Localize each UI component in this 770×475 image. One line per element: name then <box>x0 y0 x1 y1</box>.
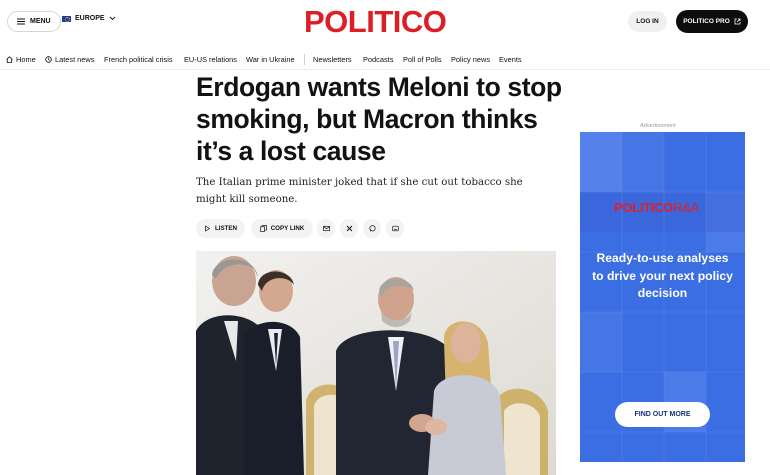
site-header: MENU EUROPE POLITICO LOG IN POLITICO PRO <box>0 0 770 44</box>
nav-label: French political crisis <box>104 55 173 64</box>
external-link-icon <box>734 18 741 25</box>
login-button[interactable]: LOG IN <box>628 11 667 32</box>
pro-label: POLITICO PRO <box>683 18 730 25</box>
chevron-down-icon <box>109 16 115 21</box>
nav-label: EU-US relations <box>184 55 237 64</box>
politico-pro-button[interactable]: POLITICO PRO <box>676 10 748 33</box>
share-icon <box>391 225 399 232</box>
clock-icon <box>45 56 52 63</box>
nav-label: Newsletters <box>313 55 352 64</box>
whatsapp-share-button[interactable] <box>363 219 381 238</box>
find-out-more-button[interactable]: FIND OUT MORE <box>615 402 710 427</box>
menu-icon <box>17 18 25 25</box>
hero-photo <box>196 251 556 475</box>
nav-label: Policy news <box>451 55 491 64</box>
home-icon <box>6 56 13 63</box>
nav-item-events[interactable]: Events <box>499 55 522 64</box>
nav-label-latest-news: Latest news <box>55 55 95 64</box>
copy-link-label: COPY LINK <box>270 225 305 232</box>
nav-item-french-political-crisis[interactable]: French political crisis <box>104 55 173 64</box>
x-share-button[interactable] <box>340 219 358 238</box>
article-headline: Erdogan wants Meloni to stop smoking, bu… <box>196 72 562 166</box>
mail-icon <box>322 225 330 232</box>
x-icon <box>346 225 352 232</box>
menu-label: MENU <box>30 18 51 25</box>
nav-divider <box>304 54 305 65</box>
whatsapp-icon <box>368 225 376 232</box>
listen-label: LISTEN <box>214 225 237 232</box>
play-icon <box>205 225 211 232</box>
ad-brand-main: POLITICO <box>614 200 673 215</box>
site-logo[interactable]: POLITICO <box>304 4 447 40</box>
nav-item-policy-news[interactable]: Policy news <box>451 55 490 64</box>
nav-label: Poll of Polls <box>403 55 442 64</box>
eu-flag-icon <box>62 15 71 22</box>
nav-item-poll-of-polls[interactable]: Poll of Polls <box>403 55 442 64</box>
edition-label: EUROPE <box>75 15 105 22</box>
listen-button[interactable]: LISTEN <box>196 219 245 238</box>
nav-label: Podcasts <box>363 55 394 64</box>
nav-item-podcasts[interactable]: Podcasts <box>363 55 393 64</box>
more-share-button[interactable] <box>386 219 404 238</box>
nav-item-latest-news[interactable]: Latest news <box>45 55 94 64</box>
copy-link-button[interactable]: COPY LINK <box>251 219 313 238</box>
edition-selector[interactable]: EUROPE <box>62 15 116 22</box>
nav-item-newsletters[interactable]: Newsletters <box>313 55 352 64</box>
main-nav: Home Latest news French political crisis… <box>0 50 770 70</box>
ad-brand-logo: POLITICOR&A <box>614 200 699 215</box>
email-share-button[interactable] <box>317 219 335 238</box>
nav-item-eu-us-relations[interactable]: EU-US relations <box>184 55 237 64</box>
nav-label-home: Home <box>16 55 36 64</box>
nav-item-home[interactable]: Home <box>6 55 36 64</box>
ad-brand-suffix: R&A <box>673 200 699 215</box>
nav-label: Events <box>499 55 522 64</box>
nav-label: War in Ukraine <box>246 55 295 64</box>
ad-copy: Ready-to-use analyses to drive your next… <box>592 251 733 300</box>
advertisement-label: Advertisement <box>640 123 676 129</box>
nav-item-war-in-ukraine[interactable]: War in Ukraine <box>246 55 295 64</box>
hero-image[interactable] <box>196 251 556 475</box>
copy-icon <box>259 225 267 232</box>
article-dek: The Italian prime minister joked that if… <box>196 177 523 205</box>
advertisement-banner[interactable]: POLITICOR&A Ready-to-use analyses to dri… <box>580 132 745 462</box>
menu-button[interactable]: MENU <box>7 11 61 32</box>
